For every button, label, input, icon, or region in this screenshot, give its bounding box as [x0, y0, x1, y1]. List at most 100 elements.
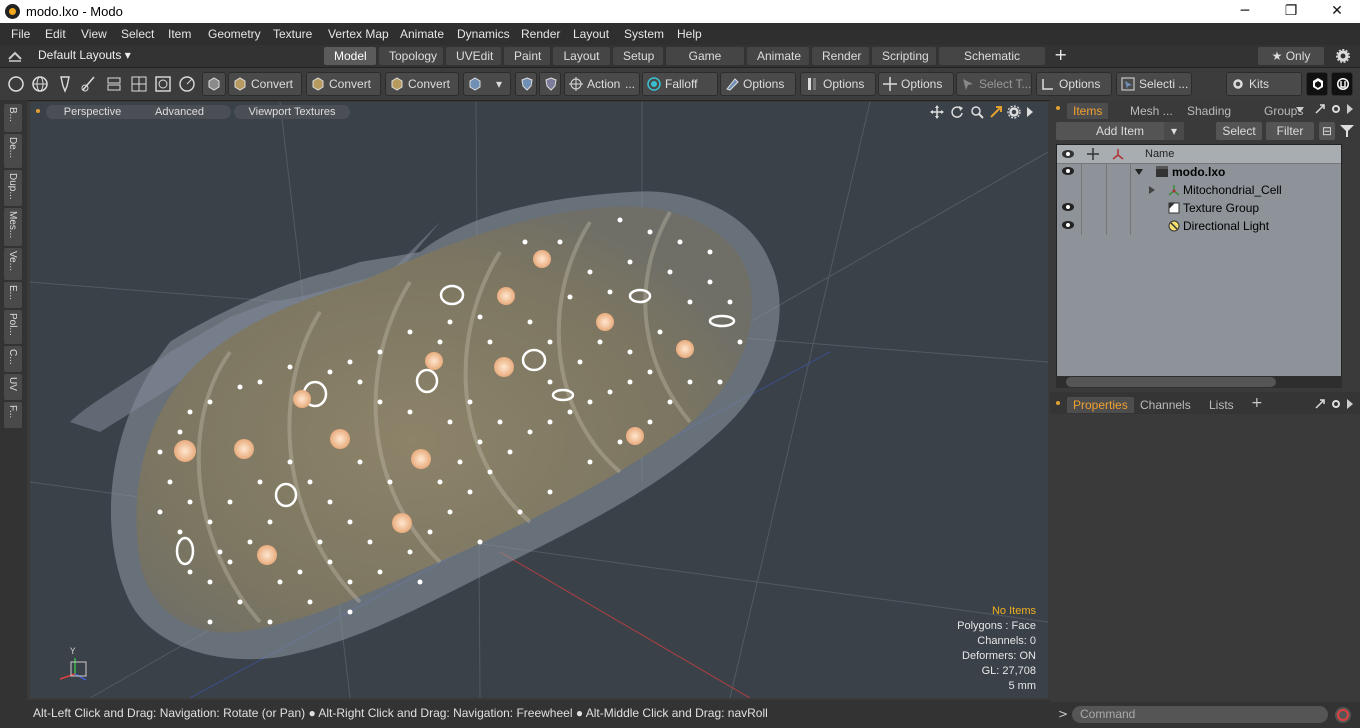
tab-properties[interactable]: Properties: [1067, 397, 1134, 413]
menu-file[interactable]: File: [11, 27, 30, 41]
tab-layout[interactable]: Layout: [553, 47, 610, 65]
left-tab-edge[interactable]: E...: [4, 282, 22, 308]
item-list-hscroll[interactable]: [1056, 376, 1342, 388]
globe-icon[interactable]: [30, 74, 50, 94]
select-button[interactable]: Select: [1216, 122, 1262, 140]
falloff-button[interactable]: Falloff: [642, 72, 718, 96]
tab-mesh-ops[interactable]: Mesh ...: [1124, 103, 1179, 119]
menu-layout[interactable]: Layout: [573, 27, 609, 41]
menu-system[interactable]: System: [624, 27, 664, 41]
kits-button[interactable]: Kits: [1226, 72, 1302, 96]
tab-game-tools[interactable]: Game Tools: [666, 47, 744, 81]
rotate-view-icon[interactable]: [950, 105, 964, 119]
tab-render[interactable]: Render: [812, 47, 869, 65]
brush-tool-icon[interactable]: [79, 74, 99, 94]
left-tab-curve[interactable]: C...: [4, 346, 22, 372]
select-through-button[interactable]: Select T...: [956, 72, 1032, 96]
tab-schematic-fusion[interactable]: Schematic Fusion: [939, 47, 1045, 81]
close-button[interactable]: ✕: [1314, 0, 1360, 23]
symmetry-button[interactable]: [515, 72, 537, 96]
collapse-list-icon[interactable]: ⊟: [1319, 122, 1335, 140]
add-item-dropdown-chevron-icon[interactable]: ▾: [1164, 122, 1184, 140]
options-button-4[interactable]: Options: [1036, 72, 1112, 96]
menu-edit[interactable]: Edit: [45, 27, 66, 41]
minimize-button[interactable]: ─: [1222, 0, 1268, 23]
viewport-textures-tab[interactable]: Viewport Textures: [234, 105, 350, 119]
pen-tool-icon[interactable]: [55, 74, 75, 94]
menu-help[interactable]: Help: [677, 27, 702, 41]
pan-icon[interactable]: [930, 105, 944, 119]
options-button-3[interactable]: Options: [878, 72, 954, 96]
viewport-scene[interactable]: Y: [30, 102, 1048, 698]
tab-channels[interactable]: Channels: [1134, 397, 1197, 413]
add-layout-button[interactable]: +: [1054, 45, 1067, 64]
viewport-gear-icon[interactable]: [1007, 105, 1021, 119]
scroll-thumb[interactable]: [1066, 377, 1276, 387]
filter-button[interactable]: Filter: [1266, 122, 1314, 140]
selection-sets-button[interactable]: Selecti ...: [1116, 72, 1192, 96]
panel-gear-icon[interactable]: [1330, 103, 1342, 115]
action-center-button[interactable]: Action...: [564, 72, 640, 96]
panel-expand-icon[interactable]: [1314, 103, 1326, 115]
unity-button[interactable]: [1306, 72, 1328, 96]
visibility-header-icon[interactable]: [1061, 149, 1075, 159]
visibility-eye-icon[interactable]: [1061, 220, 1075, 230]
tab-animate[interactable]: Animate: [747, 47, 809, 65]
polygon-mode-icon[interactable]: [153, 74, 173, 94]
menu-texture[interactable]: Texture: [273, 27, 312, 41]
menu-item[interactable]: Item: [168, 27, 191, 41]
tab-lists[interactable]: Lists: [1203, 397, 1240, 413]
mesh-dropdown-button[interactable]: ▾: [463, 72, 511, 96]
left-tab-deform[interactable]: De...: [4, 134, 22, 168]
left-tab-uv[interactable]: UV: [4, 374, 22, 400]
convert-button-1[interactable]: Convert: [228, 72, 302, 96]
grid-icon[interactable]: [129, 74, 149, 94]
convert-button-2[interactable]: Convert: [306, 72, 381, 96]
tab-uvedit[interactable]: UVEdit: [446, 47, 501, 65]
maximize-viewport-icon[interactable]: [989, 105, 1003, 119]
add-properties-tab-button[interactable]: +: [1251, 395, 1263, 411]
unreal-button[interactable]: [1331, 72, 1353, 96]
item-row-scene[interactable]: modo.lxo: [1057, 163, 1341, 181]
tab-model[interactable]: Model: [324, 47, 376, 65]
menu-render[interactable]: Render: [521, 27, 560, 41]
visibility-eye-icon[interactable]: [1061, 166, 1075, 176]
options-button-1[interactable]: Options: [720, 72, 796, 96]
vertex-mode-icon[interactable]: [6, 74, 26, 94]
viewport-perspective-tab[interactable]: Perspective: [46, 105, 139, 119]
expand-triangle-icon[interactable]: [1135, 169, 1143, 175]
collapse-arrow-icon[interactable]: [8, 50, 22, 62]
properties-gear-icon[interactable]: [1330, 398, 1342, 410]
item-row-mesh[interactable]: Mitochondrial_Cell: [1057, 181, 1341, 199]
viewport-advanced-tab[interactable]: Advanced: [128, 105, 231, 119]
tabs-more-chevron-icon[interactable]: [1296, 107, 1304, 113]
properties-arrow-icon[interactable]: [1347, 399, 1353, 409]
tab-items[interactable]: Items: [1067, 103, 1109, 119]
settings-gear-icon[interactable]: [1336, 49, 1350, 63]
maximize-button[interactable]: ❐: [1268, 0, 1314, 23]
panel-arrow-icon[interactable]: [1347, 104, 1353, 114]
tab-scripting[interactable]: Scripting: [872, 47, 936, 65]
item-row-directional-light[interactable]: Directional Light: [1057, 217, 1341, 235]
item-row-texture-group[interactable]: Texture Group: [1057, 199, 1341, 217]
left-tab-mesh-edit[interactable]: Mes...: [4, 208, 22, 246]
viewport-menu-arrow-icon[interactable]: [1026, 106, 1034, 118]
options-button-2[interactable]: Options: [800, 72, 876, 96]
lock-header-icon[interactable]: [1087, 148, 1099, 160]
snapping-button[interactable]: [539, 72, 561, 96]
menu-vertex-map[interactable]: Vertex Map: [328, 27, 389, 41]
left-tab-basic[interactable]: B...: [4, 104, 22, 132]
menu-animate[interactable]: Animate: [400, 27, 444, 41]
3d-viewport[interactable]: Y Perspective Advanced Viewport Textures…: [30, 102, 1048, 698]
left-tab-vertex[interactable]: Ve...: [4, 248, 22, 280]
type-header-icon[interactable]: [1112, 148, 1124, 160]
menu-view[interactable]: View: [81, 27, 107, 41]
expand-triangle-icon[interactable]: [1149, 186, 1155, 194]
left-tab-polygon[interactable]: Pol...: [4, 310, 22, 344]
only-toggle[interactable]: ★ Only: [1258, 47, 1324, 65]
left-tab-duplicate[interactable]: Dup...: [4, 170, 22, 206]
tab-topology[interactable]: Topology: [379, 47, 443, 65]
convert-button-3[interactable]: Convert: [385, 72, 459, 96]
layers-icon[interactable]: [104, 74, 124, 94]
visibility-eye-icon[interactable]: [1061, 202, 1075, 212]
